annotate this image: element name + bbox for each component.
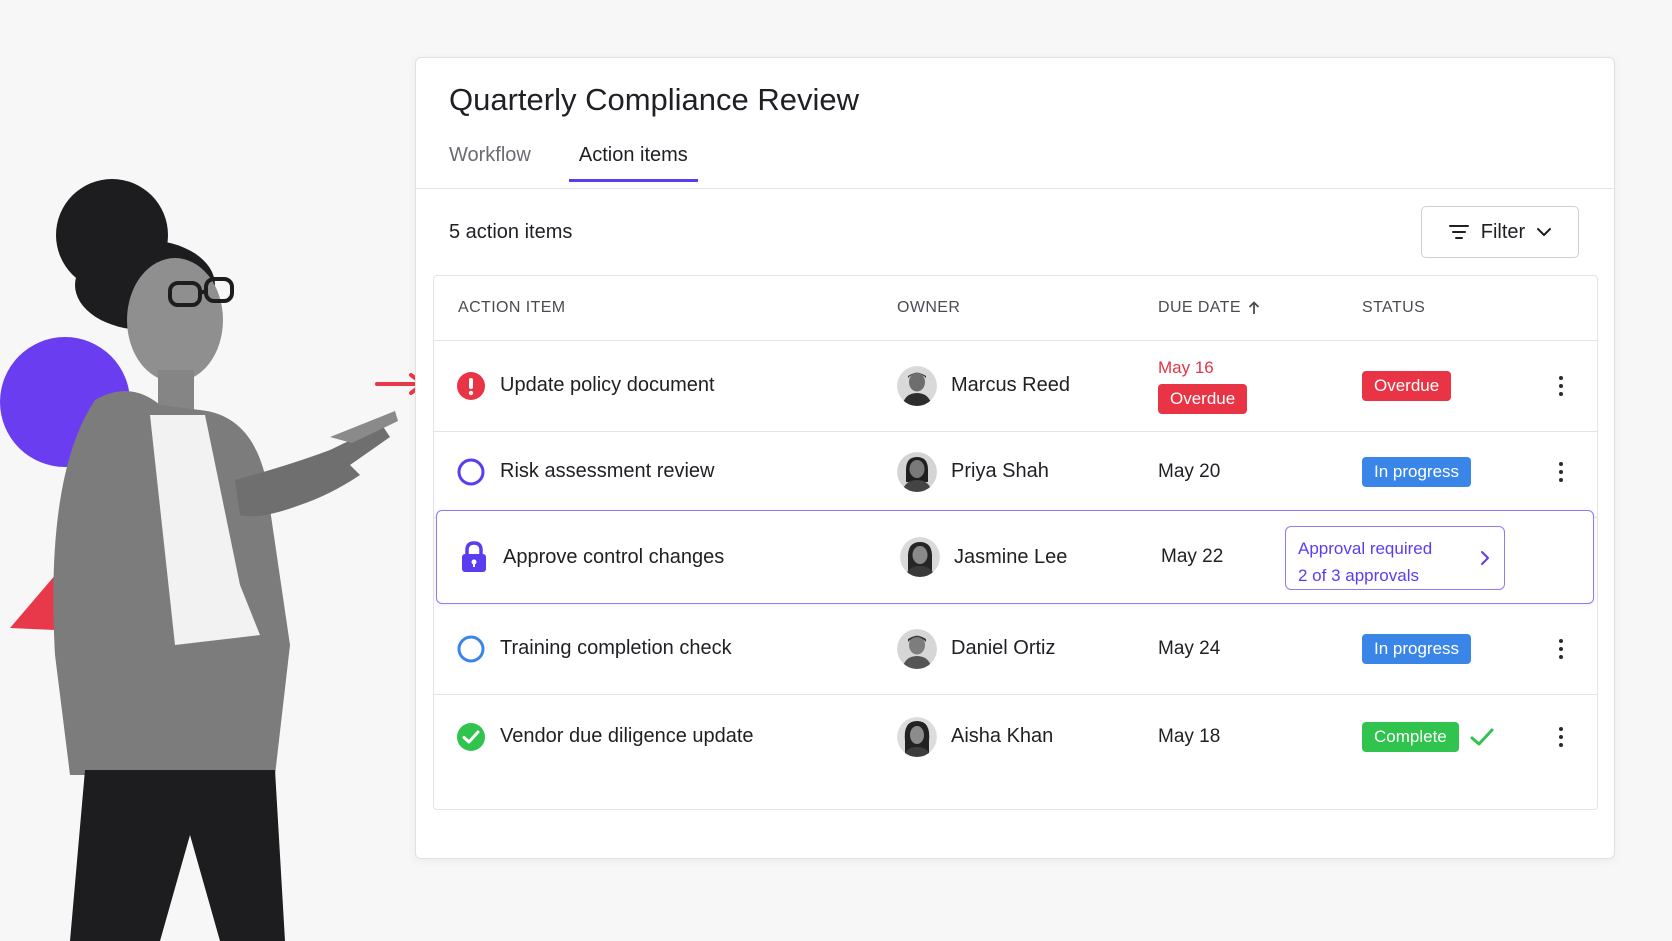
more-vertical-icon <box>1559 461 1563 482</box>
action-item-title[interactable]: Risk assessment review <box>500 460 715 483</box>
due-date: May 18 <box>1158 725 1221 747</box>
more-vertical-icon <box>1559 375 1563 396</box>
due-date-cell: May 16 Overdue <box>1158 340 1248 431</box>
action-item-title[interactable]: Vendor due diligence update <box>500 725 754 748</box>
status-badge: In progress <box>1362 456 1472 487</box>
filter-button[interactable]: Filter <box>1421 206 1579 258</box>
owner-cell: Marcus Reed <box>897 340 1070 431</box>
owner-name: Marcus Reed <box>951 374 1070 396</box>
status-badge: Overdue <box>1362 370 1452 401</box>
action-item-title[interactable]: Update policy document <box>500 374 715 397</box>
owner-cell: Jasmine Lee <box>900 511 1067 603</box>
status-cell: In progress <box>1362 426 1472 517</box>
row-menu-button[interactable] <box>1549 603 1573 694</box>
owner-cell: Aisha Khan <box>897 691 1053 782</box>
more-vertical-icon <box>1559 638 1563 659</box>
action-item-title[interactable]: Approve control changes <box>503 546 724 569</box>
owner-name: Priya Shah <box>951 460 1049 482</box>
due-date-header-label: DUE DATE <box>1158 299 1241 316</box>
sort-ascending-icon <box>1248 301 1260 314</box>
column-header-status[interactable]: STATUS <box>1362 299 1425 317</box>
in-progress-circle-icon <box>457 635 485 662</box>
due-date: May 24 <box>1158 637 1221 659</box>
due-date: May 22 <box>1161 546 1224 567</box>
avatar <box>897 451 937 492</box>
tabs-divider <box>416 188 1614 189</box>
chevron-down-icon <box>1537 228 1552 236</box>
approval-required-button[interactable]: Approval required 2 of 3 approvals <box>1285 526 1505 590</box>
avatar <box>897 365 937 406</box>
table-row[interactable]: Training completion check Daniel Ortiz M… <box>434 603 1597 695</box>
checkmark-icon <box>1470 728 1494 745</box>
status-badge: In progress <box>1362 633 1472 664</box>
lock-icon <box>462 541 486 572</box>
due-date: May 20 <box>1158 460 1221 482</box>
owner-cell: Daniel Ortiz <box>897 603 1055 694</box>
row-menu-button[interactable] <box>1549 340 1573 431</box>
tab-action-items[interactable]: Action items <box>568 144 698 182</box>
presenter-illustration <box>53 179 398 941</box>
filter-label: Filter <box>1480 220 1526 243</box>
due-date-cell: May 18 <box>1158 691 1220 782</box>
action-item-cell: Training completion check <box>456 603 732 694</box>
row-menu-button[interactable] <box>1549 426 1573 517</box>
avatar <box>900 537 940 577</box>
action-items-table: ACTION ITEM OWNER DUE DATE STATUS Update… <box>433 275 1598 810</box>
in-progress-circle-icon <box>457 458 485 485</box>
owner-name: Jasmine Lee <box>954 545 1068 568</box>
column-header-action-item[interactable]: ACTION ITEM <box>458 299 566 317</box>
action-item-cell: Update policy document <box>456 340 715 431</box>
action-item-cell: Vendor due diligence update <box>456 691 754 782</box>
due-date-cell: May 22 <box>1161 511 1223 603</box>
alert-icon <box>457 371 485 400</box>
owner-name: Daniel Ortiz <box>951 637 1056 659</box>
owner-name: Aisha Khan <box>951 725 1054 747</box>
page-title: Quarterly Compliance Review <box>449 82 860 117</box>
avatar <box>897 716 937 757</box>
due-date: May 16 <box>1158 357 1214 377</box>
owner-cell: Priya Shah <box>897 426 1049 517</box>
table-row-highlighted[interactable]: Approve control changes Jasmine Lee May … <box>436 510 1594 604</box>
avatar <box>897 628 937 669</box>
check-circle-icon <box>457 722 485 751</box>
row-menu-button[interactable] <box>1549 691 1573 782</box>
due-date-cell: May 24 <box>1158 603 1220 694</box>
table-row[interactable]: Update policy document Marcus Reed May 1… <box>434 340 1597 432</box>
approval-status: Approval required <box>1298 539 1433 558</box>
action-item-cell: Risk assessment review <box>456 426 715 517</box>
due-date-cell: May 20 <box>1158 426 1220 517</box>
column-header-due-date[interactable]: DUE DATE <box>1158 299 1260 317</box>
tab-workflow[interactable]: Workflow <box>449 144 531 182</box>
table-row[interactable]: Risk assessment review Priya Shah May 20… <box>434 426 1597 518</box>
compliance-review-card: Quarterly Compliance Review Workflow Act… <box>415 57 1615 859</box>
action-item-title[interactable]: Training completion check <box>500 637 732 660</box>
overdue-tag: Overdue <box>1158 383 1248 414</box>
approval-count: 2 of 3 approvals <box>1298 566 1419 585</box>
status-cell: In progress <box>1362 603 1472 694</box>
more-vertical-icon <box>1559 726 1563 747</box>
status-cell: Overdue <box>1362 340 1452 431</box>
tab-bar: Workflow Action items <box>449 144 736 182</box>
table-row[interactable]: Vendor due diligence update Aisha Khan M… <box>434 691 1597 782</box>
table-header: ACTION ITEM OWNER DUE DATE STATUS <box>434 276 1597 341</box>
chevron-right-icon <box>1481 551 1489 565</box>
status-badge: Complete <box>1362 721 1459 752</box>
column-header-owner[interactable]: OWNER <box>897 299 960 317</box>
action-item-count: 5 action items <box>449 221 573 243</box>
status-cell: Complete <box>1362 691 1495 782</box>
filter-icon <box>1448 225 1469 239</box>
action-item-cell: Approve control changes <box>459 511 724 603</box>
